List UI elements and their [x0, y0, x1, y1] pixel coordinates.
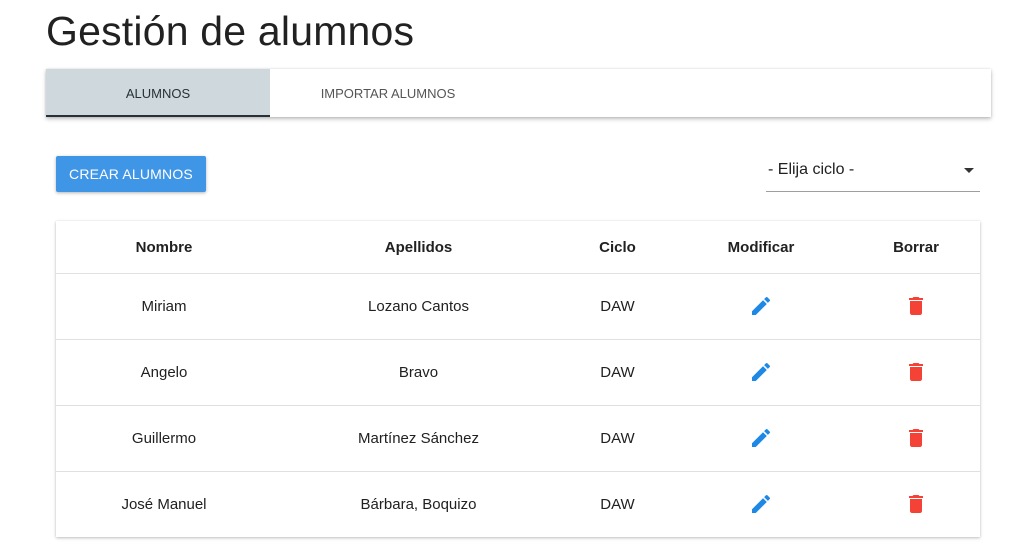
cell-ciclo: DAW — [565, 339, 670, 406]
table-row: Guillermo Martínez Sánchez DAW — [56, 405, 980, 472]
table-header-row: Nombre Apellidos Ciclo Modificar Borrar — [56, 221, 980, 274]
header-ciclo: Ciclo — [565, 221, 670, 274]
tab-alumnos[interactable]: ALUMNOS — [46, 69, 270, 117]
ciclo-select[interactable]: - Elija ciclo - — [766, 152, 980, 192]
cell-apellidos: Bravo — [272, 339, 565, 406]
cell-apellidos: Lozano Cantos — [272, 273, 565, 340]
pencil-icon[interactable] — [746, 423, 776, 453]
students-table: Nombre Apellidos Ciclo Modificar Borrar … — [56, 221, 980, 537]
table-row: Miriam Lozano Cantos DAW — [56, 273, 980, 340]
pencil-icon[interactable] — [746, 291, 776, 321]
header-borrar: Borrar — [852, 221, 980, 274]
cell-apellidos: Martínez Sánchez — [272, 405, 565, 472]
cell-nombre: Miriam — [56, 273, 272, 340]
ciclo-select-value: - Elija ciclo - — [768, 161, 855, 178]
caret-down-icon — [964, 168, 974, 173]
cell-nombre: Angelo — [56, 339, 272, 406]
trash-icon[interactable] — [901, 357, 931, 387]
header-nombre: Nombre — [56, 221, 272, 274]
pencil-icon[interactable] — [746, 357, 776, 387]
trash-icon[interactable] — [901, 489, 931, 519]
page-title: Gestión de alumnos — [46, 8, 415, 54]
tab-bar: ALUMNOS IMPORTAR ALUMNOS — [46, 69, 991, 117]
header-apellidos: Apellidos — [272, 221, 565, 274]
table-row: Angelo Bravo DAW — [56, 339, 980, 406]
students-table-card: Nombre Apellidos Ciclo Modificar Borrar … — [56, 221, 980, 537]
cell-ciclo: DAW — [565, 273, 670, 340]
table-row: José Manuel Bárbara, Boquizo DAW — [56, 472, 980, 538]
cell-apellidos: Bárbara, Boquizo — [360, 496, 477, 513]
cell-ciclo: DAW — [565, 405, 670, 472]
cell-nombre: José Manuel — [121, 496, 207, 513]
trash-icon[interactable] — [901, 423, 931, 453]
cell-ciclo: DAW — [600, 496, 635, 513]
cell-nombre: Guillermo — [56, 405, 272, 472]
pencil-icon[interactable] — [746, 489, 776, 519]
tab-importar-alumnos[interactable]: IMPORTAR ALUMNOS — [270, 69, 506, 117]
trash-icon[interactable] — [901, 291, 931, 321]
create-alumnos-button[interactable]: CREAR ALUMNOS — [56, 156, 206, 192]
header-modificar: Modificar — [670, 221, 852, 274]
